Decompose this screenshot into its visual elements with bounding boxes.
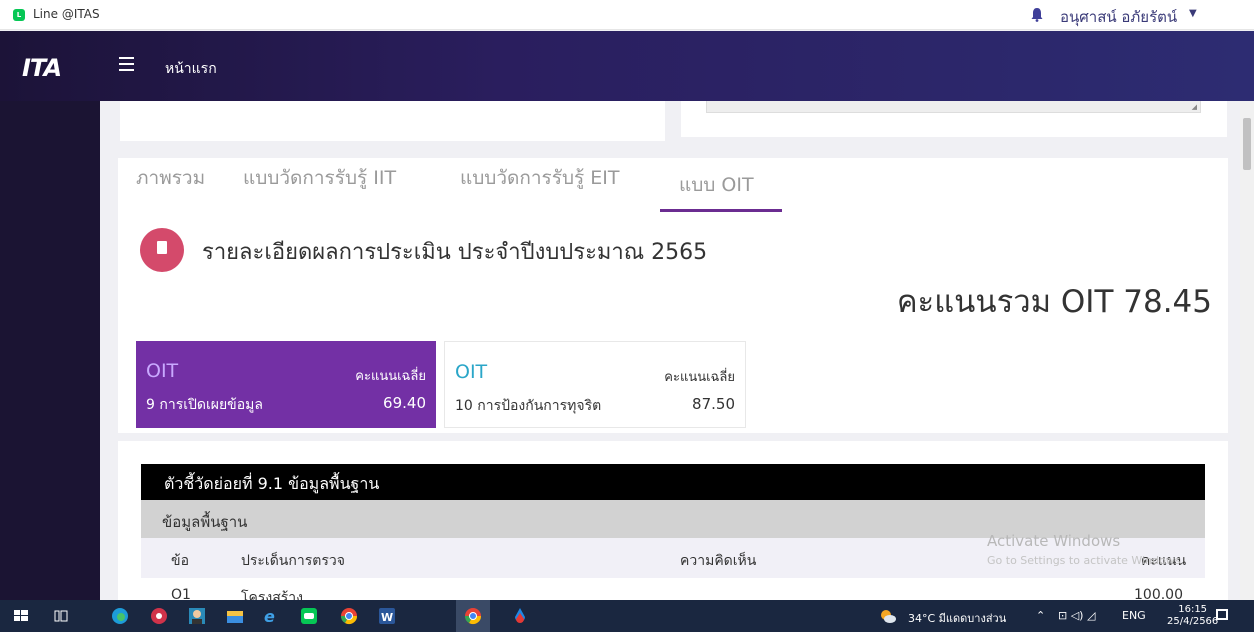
page-scrollbar[interactable]: [1240, 101, 1254, 600]
clock-time: 16:15: [1178, 604, 1208, 615]
oit-card-avg-label: คะแนนเฉลี่ย: [355, 369, 426, 384]
tab-eit[interactable]: แบบวัดการรับรู้ EIT: [460, 163, 619, 193]
windows-start-icon[interactable]: [12, 607, 30, 625]
file-explorer-icon[interactable]: [226, 607, 244, 625]
line-app-taskbar-icon[interactable]: [300, 607, 318, 625]
top-right-card: ◢: [681, 101, 1227, 137]
weather-icon[interactable]: [879, 607, 897, 625]
svg-text:W: W: [381, 611, 393, 624]
tray-icons[interactable]: ⊡ ◁) ◿: [1058, 609, 1095, 622]
top-navbar: ITA หน้าแรก: [0, 31, 1254, 101]
active-tab-indicator: [660, 209, 782, 212]
column-header-no: ข้อ: [171, 553, 189, 569]
report-title: รายละเอียดผลการประเมิน ประจำปีงบประมาณ 2…: [202, 240, 708, 265]
tab-iit[interactable]: แบบวัดการรับรู้ IIT: [243, 163, 396, 193]
line-app-icon[interactable]: L: [13, 9, 25, 21]
tab-overview[interactable]: ภาพรวม: [136, 163, 205, 193]
line-tab-label[interactable]: Line @ITAS: [33, 7, 100, 21]
table-row[interactable]: O1 โครงสร้าง 100.00: [141, 578, 1205, 602]
scrollbar-thumb[interactable]: [1243, 118, 1251, 170]
tab-oit[interactable]: แบบ OIT: [679, 170, 754, 200]
edge-browser-icon[interactable]: [111, 607, 129, 625]
user-menu-caret-icon[interactable]: ▼: [1189, 8, 1197, 19]
bell-icon[interactable]: [1030, 7, 1044, 22]
total-oit-score: คะแนนรวม OIT 78.45: [896, 284, 1212, 320]
word-icon[interactable]: W: [378, 607, 396, 625]
chrome-active-icon[interactable]: [464, 607, 482, 625]
task-view-icon[interactable]: [52, 607, 70, 625]
weather-text[interactable]: 34°C มีแดดบางส่วน: [908, 609, 1006, 627]
main-content: ◢ ภาพรวม แบบวัดการรับรู้ IIT แบบวัดการรั…: [100, 101, 1240, 602]
indicator-detail-card: ตัวชี้วัดย่อยที่ 9.1 ข้อมูลพื้นฐาน ข้อมู…: [118, 441, 1228, 602]
svg-text:e: e: [264, 607, 275, 625]
oit-card-label: OIT: [146, 360, 179, 382]
browser-top-strip: L Line @ITAS อนุศาสน์ อภัยรัตน์ ▼: [0, 0, 1254, 30]
chrome-icon[interactable]: [340, 607, 358, 625]
notification-center-icon[interactable]: [1216, 609, 1228, 620]
oit-card-disclosure[interactable]: OIT คะแนนเฉลี่ย 9 การเปิดเผยข้อมูล 69.40: [136, 341, 436, 428]
oit-card-name: 10 การป้องกันการทุจริต: [455, 398, 602, 414]
clock[interactable]: 16:15 25/4/2566: [1167, 604, 1218, 628]
home-link[interactable]: หน้าแรก: [165, 58, 217, 80]
activate-windows-title: Activate Windows: [987, 532, 1121, 550]
hamburger-menu-icon[interactable]: [119, 57, 134, 71]
oit-card-anticorruption[interactable]: OIT คะแนนเฉลี่ย 10 การป้องกันการทุจริต 8…: [444, 341, 746, 428]
app-icon-avatar[interactable]: [188, 607, 206, 625]
sidebar: [0, 31, 100, 600]
oit-card-avg-label: คะแนนเฉลี่ย: [664, 370, 735, 385]
report-document-icon: [140, 228, 184, 272]
windows-taskbar: e W 34°C มีแดดบางส่วน ⌃ ⊡ ◁) ◿ ENG 16:15…: [0, 600, 1254, 632]
comment-textarea[interactable]: ◢: [706, 101, 1201, 113]
top-left-card: [120, 101, 665, 141]
indicator-section-title: ตัวชี้วัดย่อยที่ 9.1 ข้อมูลพื้นฐาน: [141, 464, 1205, 500]
language-indicator[interactable]: ENG: [1122, 609, 1146, 622]
oit-card-name: 9 การเปิดเผยข้อมูล: [146, 397, 263, 413]
column-header-comment: ความคิดเห็น: [680, 553, 757, 569]
user-name[interactable]: อนุศาสน์ อภัยรัตน์: [1060, 5, 1177, 29]
oit-card-label: OIT: [455, 361, 488, 383]
internet-explorer-icon[interactable]: e: [262, 607, 280, 625]
clock-date: 25/4/2566: [1167, 616, 1219, 627]
ita-logo[interactable]: ITA: [22, 54, 62, 82]
oit-card-value: 87.50: [692, 395, 735, 413]
oit-card-value: 69.40: [383, 394, 426, 412]
paint-drop-icon[interactable]: [511, 607, 529, 625]
activate-windows-subtitle: Go to Settings to activate Windows.: [987, 554, 1185, 567]
report-card: ภาพรวม แบบวัดการรับรู้ IIT แบบวัดการรับร…: [118, 158, 1228, 433]
tray-chevron-icon[interactable]: ⌃: [1036, 609, 1045, 622]
resize-handle-icon[interactable]: ◢: [1192, 103, 1197, 111]
column-header-item: ประเด็นการตรวจ: [241, 553, 345, 569]
app-icon-red[interactable]: [150, 607, 168, 625]
